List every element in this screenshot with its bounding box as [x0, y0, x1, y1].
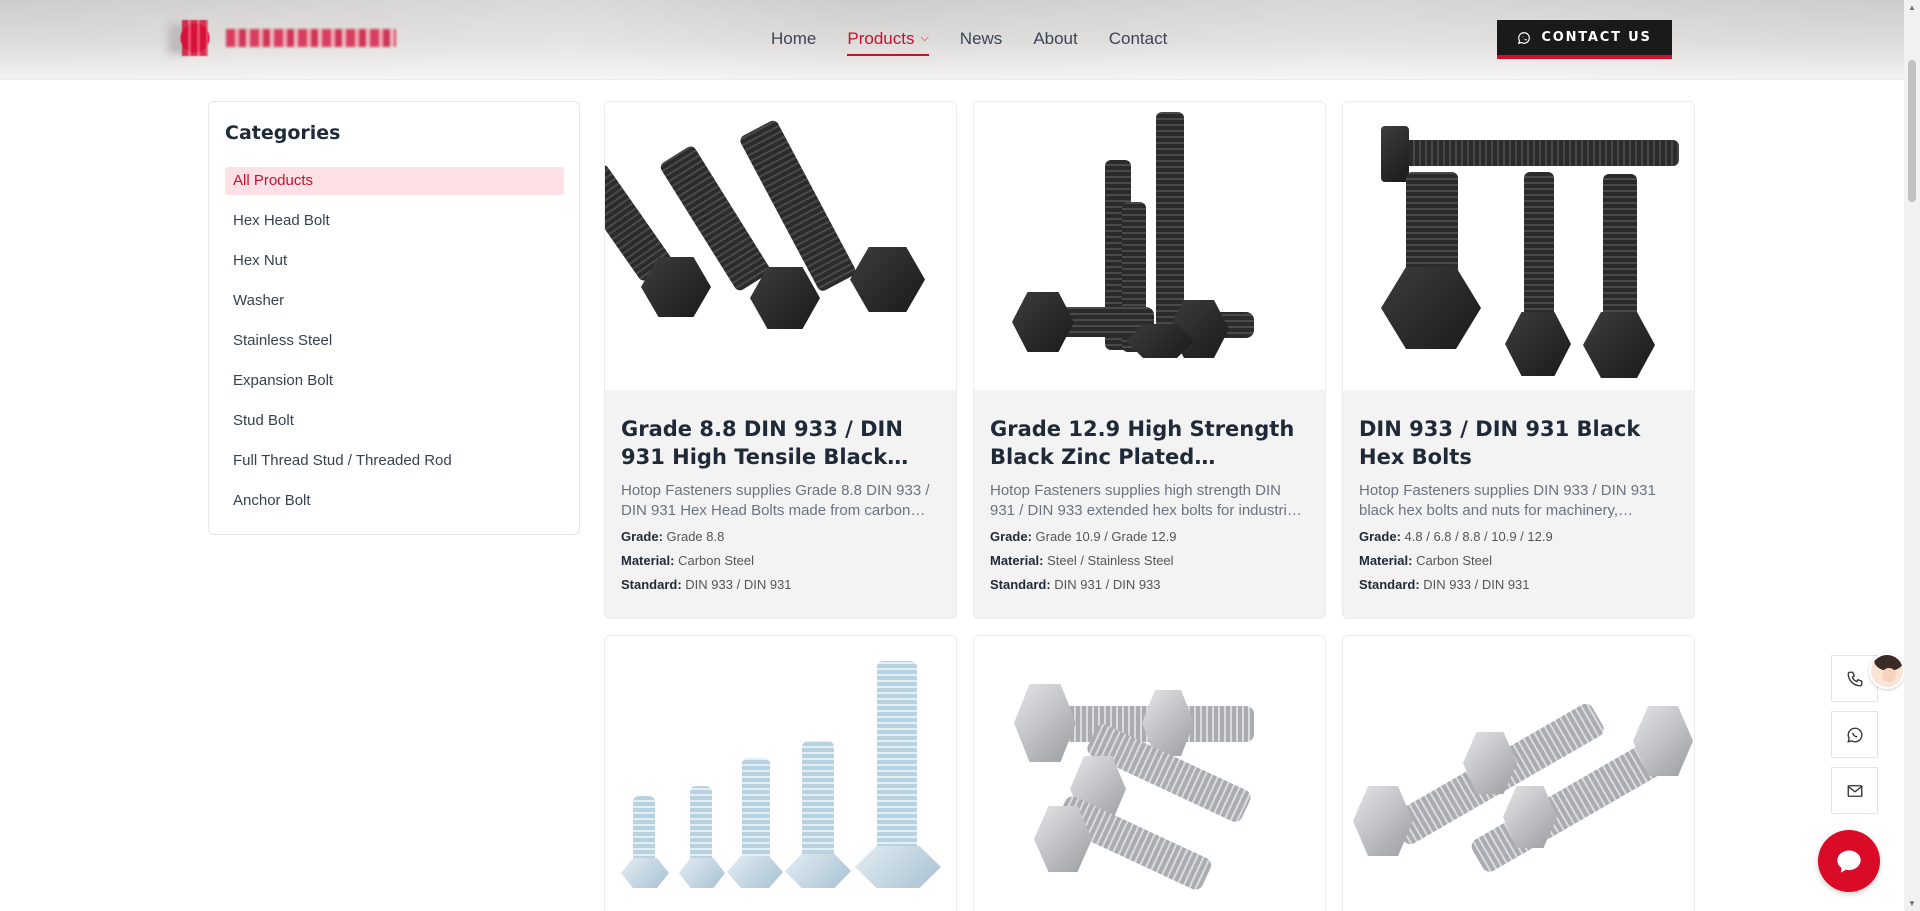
product-card[interactable]: DIN 933 / DIN 931 Black Hex Bolts Hotop … [1342, 101, 1695, 619]
product-standard: Standard: DIN 933 / DIN 931 [1359, 577, 1678, 593]
chevron-down-icon: ⌵ [920, 32, 929, 44]
nav-news-label: News [959, 29, 1003, 48]
product-title[interactable]: DIN 933 / DIN 931 Black Hex Bolts [1359, 415, 1678, 471]
category-full-thread-stud[interactable]: Full Thread Stud / Threaded Rod [225, 447, 564, 475]
product-card[interactable] [604, 635, 957, 911]
float-mail-button[interactable] [1831, 767, 1878, 814]
site-logo[interactable] [168, 16, 460, 60]
spec-material-value: Carbon Steel [678, 553, 754, 568]
live-chat-button[interactable] [1818, 830, 1880, 892]
product-image[interactable] [974, 102, 1325, 390]
product-card[interactable] [1342, 635, 1695, 911]
mail-icon [1847, 784, 1862, 797]
spec-grade-value: Grade 8.8 [666, 529, 725, 544]
category-all-products[interactable]: All Products [225, 167, 564, 195]
logo-wordmark [226, 29, 396, 47]
phone-icon [1847, 671, 1862, 686]
product-image[interactable] [974, 636, 1325, 911]
float-whatsapp-button[interactable] [1831, 711, 1878, 758]
spec-grade-label: Grade: [1359, 529, 1401, 544]
category-stainless-steel[interactable]: Stainless Steel [225, 327, 564, 355]
product-title[interactable]: Grade 12.9 High Strength Black Zinc Plat… [990, 415, 1309, 471]
category-stud-bolt[interactable]: Stud Bolt [225, 407, 564, 435]
category-hex-head-bolt[interactable]: Hex Head Bolt [225, 207, 564, 235]
page-scrollbar[interactable]: ▲ ▼ [1904, 0, 1920, 911]
product-material: Material: Carbon Steel [621, 553, 940, 569]
product-title[interactable]: Grade 8.8 DIN 933 / DIN 931 High Tensile… [621, 415, 940, 471]
scroll-up-icon[interactable]: ▲ [1908, 3, 1916, 12]
product-grade: Grade: 4.8 / 6.8 / 8.8 / 10.9 / 12.9 [1359, 529, 1678, 545]
spec-material-label: Material: [1359, 553, 1413, 568]
spec-standard-value: DIN 931 / DIN 933 [1054, 577, 1161, 592]
product-image[interactable] [605, 636, 956, 911]
logo-mark-icon [178, 18, 212, 58]
spec-standard-label: Standard: [621, 577, 682, 592]
product-card[interactable]: Grade 8.8 DIN 933 / DIN 931 High Tensile… [604, 101, 957, 619]
nav-contact[interactable]: Contact [1109, 24, 1168, 54]
category-sidebar: Categories All Products Hex Head Bolt He… [208, 101, 580, 535]
spec-grade-label: Grade: [990, 529, 1032, 544]
nav-about[interactable]: About [1033, 24, 1077, 54]
product-image[interactable] [1343, 102, 1694, 390]
nav-about-label: About [1033, 29, 1078, 48]
spec-material-label: Material: [621, 553, 675, 568]
spec-standard-value: DIN 933 / DIN 931 [685, 577, 792, 592]
spec-material-value: Carbon Steel [1416, 553, 1492, 568]
site-header: Home Products ⌵ News About Contact CONTAC… [0, 0, 1904, 80]
sidebar-title: Categories [225, 122, 341, 144]
category-washer[interactable]: Washer [225, 287, 564, 315]
product-material: Material: Carbon Steel [1359, 553, 1678, 569]
product-card[interactable] [973, 635, 1326, 911]
category-anchor-bolt[interactable]: Anchor Bolt [225, 487, 564, 515]
spec-material-value: Steel / Stainless Steel [1047, 553, 1174, 568]
spec-grade-label: Grade: [621, 529, 663, 544]
product-standard: Standard: DIN 933 / DIN 931 [621, 577, 940, 593]
spec-material-label: Material: [990, 553, 1044, 568]
product-description: Hotop Fasteners supplies Grade 8.8 DIN 9… [621, 482, 930, 519]
spec-grade-value: Grade 10.9 / Grade 12.9 [1035, 529, 1177, 544]
nav-home-label: Home [771, 29, 817, 48]
scrollbar-thumb[interactable] [1908, 60, 1916, 202]
category-expansion-bolt[interactable]: Expansion Bolt [225, 367, 564, 395]
category-list: All Products Hex Head Bolt Hex Nut Washe… [225, 167, 564, 527]
product-image[interactable] [1343, 636, 1694, 911]
nav-home[interactable]: Home [771, 24, 816, 54]
product-standard: Standard: DIN 931 / DIN 933 [990, 577, 1309, 593]
nav-products[interactable]: Products ⌵ [847, 24, 930, 56]
product-material: Material: Steel / Stainless Steel [990, 553, 1309, 569]
category-hex-nut[interactable]: Hex Nut [225, 247, 564, 275]
nav-news[interactable]: News [960, 24, 1003, 54]
nav-products-label: Products [847, 29, 915, 48]
product-grade: Grade: Grade 8.8 [621, 529, 940, 545]
main-nav: Home Products ⌵ News About Contact [771, 24, 1198, 56]
contact-us-label: CONTACT US [1541, 30, 1652, 45]
whatsapp-icon [1518, 31, 1531, 44]
product-description: Hotop Fasteners supplies DIN 933 / DIN 9… [1359, 482, 1656, 519]
spec-standard-value: DIN 933 / DIN 931 [1423, 577, 1530, 592]
contact-us-button[interactable]: CONTACT US [1497, 20, 1672, 59]
support-agent-avatar[interactable] [1869, 653, 1905, 689]
spec-standard-label: Standard: [1359, 577, 1420, 592]
product-description: Hotop Fasteners supplies high strength D… [990, 482, 1299, 519]
product-grade: Grade: Grade 10.9 / Grade 12.9 [990, 529, 1309, 545]
product-image[interactable] [605, 102, 956, 390]
whatsapp-icon [1846, 727, 1862, 743]
product-card[interactable]: Grade 12.9 High Strength Black Zinc Plat… [973, 101, 1326, 619]
nav-contact-label: Contact [1108, 29, 1168, 48]
spec-standard-label: Standard: [990, 577, 1051, 592]
scroll-down-icon[interactable]: ▼ [1908, 899, 1916, 908]
spec-grade-value: 4.8 / 6.8 / 8.8 / 10.9 / 12.9 [1404, 529, 1553, 544]
chat-icon [1837, 850, 1861, 873]
